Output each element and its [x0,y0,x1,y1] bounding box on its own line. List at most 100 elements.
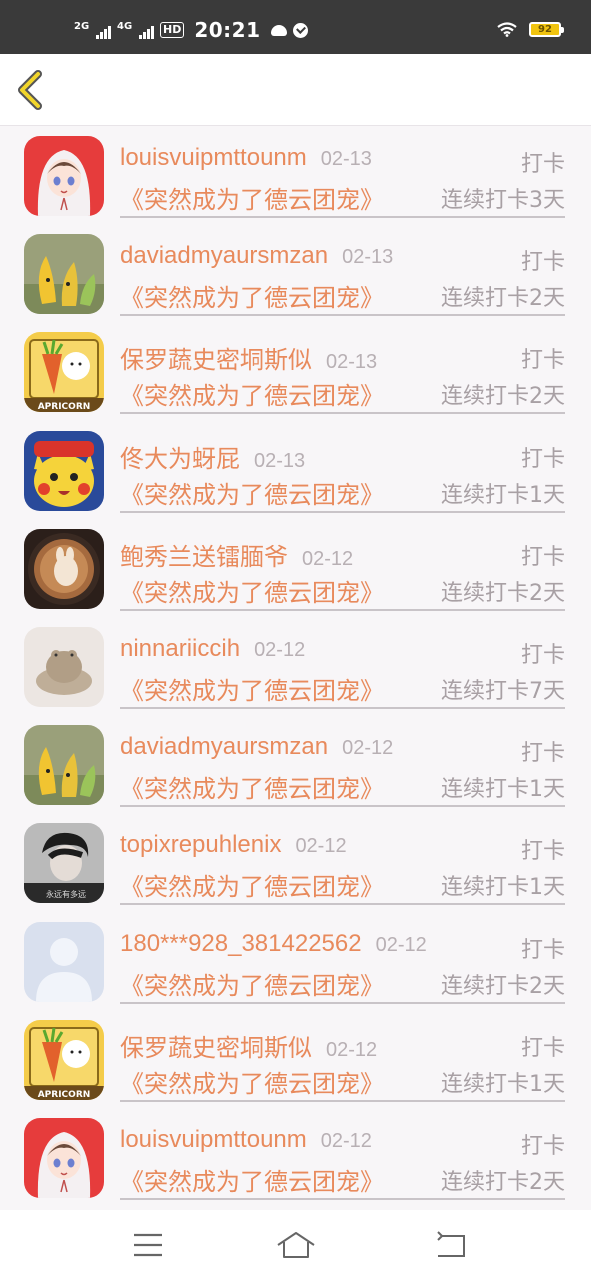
list-item[interactable]: 佟大为蚜屁 02-13 打卡 《突然成为了德云团宠》 连续打卡1天 [0,423,591,521]
streak-text: 连续打卡1天 [441,1071,565,1097]
checkin-date: 02-12 [302,547,354,570]
streak-text: 连续打卡2天 [441,1169,565,1195]
avatar[interactable] [24,921,104,1002]
divider [120,412,565,415]
avatar[interactable]: APRICORN [24,332,104,413]
checkin-label: 打卡 [520,544,565,570]
avatar[interactable] [24,626,104,707]
avatar[interactable] [24,234,104,315]
username[interactable]: 鲍秀兰送镭腼爷 02-12 [120,537,353,572]
streak-text: 连续打卡2天 [441,384,565,410]
checkin-date: 02-12 [295,835,347,858]
svg-text:APRICORN: APRICORN [38,402,91,412]
hd-icon: HD [160,22,185,38]
avatar[interactable] [24,1117,104,1198]
checkin-label: 打卡 [520,741,565,767]
divider [120,805,565,808]
list-item[interactable]: 永远有多远 topixrepuhlenix 02-12 打卡 《突然成为了德云团宠… [0,815,591,913]
checkin-date: 02-12 [254,638,306,661]
checkin-label: 打卡 [520,1035,565,1061]
streak-text: 连续打卡7天 [441,678,565,704]
username[interactable]: 保罗蔬史密垌斯似 02-12 [120,1028,377,1063]
divider [120,706,565,709]
username[interactable]: 佟大为蚜屁 02-13 [120,439,305,474]
username[interactable]: 180***928_381422562 02-12 [120,930,427,958]
list-item[interactable]: 180***928_381422562 02-12 打卡 《突然成为了德云团宠》 … [0,914,591,1012]
username[interactable]: ninnariiccih 02-12 [120,635,305,663]
streak-text: 连续打卡2天 [441,973,565,999]
streak-text: 连续打卡3天 [441,188,565,213]
checkin-label: 打卡 [520,839,565,865]
checkin-label: 打卡 [520,937,565,963]
divider [120,314,565,317]
streak-text: 连续打卡1天 [441,875,565,901]
avatar[interactable] [24,725,104,806]
list-item[interactable]: daviadmyaursmzan 02-13 打卡 《突然成为了德云团宠》 连续打… [0,226,591,324]
book-title[interactable]: 《突然成为了德云团宠》 [120,867,384,902]
avatar[interactable] [24,528,104,609]
svg-text:APRICORN: APRICORN [38,1090,91,1100]
cloud-icon [270,24,287,36]
checkin-date: 02-12 [326,1038,378,1061]
menu-button[interactable] [126,1228,170,1262]
book-title[interactable]: 《突然成为了德云团宠》 [120,376,384,411]
divider [120,1197,565,1200]
list-item[interactable]: louisvuipmttounm 02-13 打卡 《突然成为了德云团宠》 连续打… [0,128,591,226]
checkin-date: 02-13 [342,246,394,269]
avatar[interactable] [24,430,104,511]
username[interactable]: louisvuipmttounm 02-13 [120,144,372,172]
book-title[interactable]: 《突然成为了德云团宠》 [120,180,384,215]
checkin-label: 打卡 [520,1133,565,1159]
username[interactable]: 保罗蔬史密垌斯似 02-13 [120,340,377,375]
divider [120,510,565,513]
list-item[interactable]: APRICORN 保罗蔬史密垌斯似 02-12 打卡 《突然成为了德云团宠》 连续… [0,1012,591,1110]
checkin-label: 打卡 [520,152,565,177]
book-title[interactable]: 《突然成为了德云团宠》 [120,769,384,804]
book-title[interactable]: 《突然成为了德云团宠》 [120,475,384,510]
back-icon [437,1231,465,1257]
username[interactable]: daviadmyaursmzan 02-12 [120,733,393,761]
book-title[interactable]: 《突然成为了德云团宠》 [120,1064,384,1099]
checkin-date: 02-12 [375,933,427,956]
checkin-date: 02-13 [254,449,306,472]
signal-4g-icon: 4G [117,21,154,39]
list-item[interactable]: 鲍秀兰送镭腼爷 02-12 打卡 《突然成为了德云团宠》 连续打卡2天 [0,521,591,619]
checkin-list[interactable]: louisvuipmttounm 02-13 打卡 《突然成为了德云团宠》 连续打… [0,128,591,1210]
streak-text: 连续打卡2天 [441,580,565,606]
checkin-label: 打卡 [520,642,565,668]
username[interactable]: louisvuipmttounm 02-12 [120,1126,372,1154]
status-bar: 2G 4G HD 20:21 92 [0,0,591,54]
divider [120,1099,565,1102]
book-title[interactable]: 《突然成为了德云团宠》 [120,278,384,313]
avatar[interactable]: APRICORN [24,1019,104,1100]
divider [120,216,565,218]
divider [120,903,565,906]
list-item[interactable]: louisvuipmttounm 02-12 打卡 《突然成为了德云团宠》 连续打… [0,1110,591,1208]
divider [120,608,565,611]
streak-text: 连续打卡1天 [441,482,565,508]
chevron-left-icon [18,70,42,110]
book-title[interactable]: 《突然成为了德云团宠》 [120,573,384,608]
book-title[interactable]: 《突然成为了德云团宠》 [120,1162,384,1197]
svg-text:永远有多远: 永远有多远 [46,889,86,899]
nav-bar [0,54,591,126]
wifi-icon [497,22,517,37]
divider [120,1001,565,1004]
back-button[interactable] [10,66,54,114]
checkin-date: 02-13 [320,148,372,170]
username[interactable]: topixrepuhlenix 02-12 [120,831,347,859]
username[interactable]: daviadmyaursmzan 02-13 [120,242,393,270]
list-item[interactable]: ninnariiccih 02-12 打卡 《突然成为了德云团宠》 连续打卡7天 [0,619,591,717]
list-item[interactable]: daviadmyaursmzan 02-12 打卡 《突然成为了德云团宠》 连续打… [0,717,591,815]
avatar[interactable] [24,136,104,216]
checkin-date: 02-12 [320,1129,372,1152]
book-title[interactable]: 《突然成为了德云团宠》 [120,671,384,706]
avatar[interactable]: 永远有多远 [24,823,104,904]
return-button[interactable] [428,1228,472,1262]
home-button[interactable] [274,1228,318,1262]
streak-text: 连续打卡1天 [441,777,565,803]
checkin-date: 02-13 [326,351,378,374]
list-item[interactable]: APRICORN 保罗蔬史密垌斯似 02-13 打卡 《突然成为了德云团宠》 连续… [0,324,591,422]
book-title[interactable]: 《突然成为了德云团宠》 [120,966,384,1001]
checkin-label: 打卡 [520,446,565,472]
